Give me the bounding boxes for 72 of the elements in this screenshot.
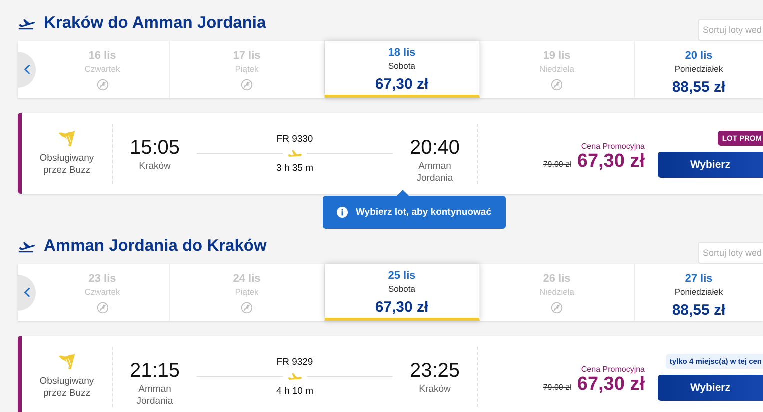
date-label: 25 lis	[388, 270, 416, 282]
date-label: 26 lis	[543, 273, 571, 285]
chevron-left-icon	[24, 287, 30, 298]
weekday-label: Piątek	[235, 287, 259, 297]
date-label: 23 lis	[88, 273, 116, 285]
date-tab[interactable]: 25 lis Sobota 67,30 zł	[325, 264, 480, 321]
departure-plane-icon	[18, 240, 36, 252]
date-label: 20 lis	[685, 50, 713, 62]
previous-button[interactable]	[18, 52, 36, 88]
date-tab[interactable]: 19 lis Niedziela	[480, 41, 635, 98]
fare-price: 67,30 zł	[577, 374, 645, 396]
weekday-label: Czwartek	[84, 64, 120, 74]
date-label: 16 lis	[88, 50, 116, 62]
weekday-label: Sobota	[388, 284, 416, 294]
date-label: 17 lis	[233, 50, 261, 62]
weekday-label: Piątek	[235, 64, 259, 74]
select-button[interactable]: Wybierz	[658, 374, 763, 400]
price-label: Cena Promocyjna	[581, 142, 645, 151]
departure-plane-icon	[18, 16, 36, 30]
harp-logo-icon	[57, 130, 77, 148]
date-label: 24 lis	[233, 273, 261, 285]
date-tab[interactable]: 23 lis Czwartek	[36, 264, 170, 321]
departure-city: Kraków	[138, 160, 172, 173]
weekday-label: Sobota	[388, 61, 416, 71]
date-label: 19 lis	[543, 50, 571, 62]
date-tab[interactable]: 18 lis Sobota 67,30 zł	[325, 41, 480, 98]
date-tab[interactable]: 17 lis Piątek	[170, 41, 325, 98]
date-tab[interactable]: 26 lis Niedziela	[480, 264, 635, 321]
arrival-time: 20:40	[410, 136, 460, 160]
flight-duration: 3 h 35 m	[276, 162, 314, 174]
date-tab[interactable]: 16 lis Czwartek	[36, 41, 170, 98]
fare-price: 67,30 zł	[375, 299, 429, 316]
date-label: 27 lis	[685, 273, 713, 285]
weekday-label: Poniedziałek	[674, 287, 724, 297]
date-tab[interactable]: 24 lis Piątek	[170, 264, 325, 321]
fare-price: 67,30 zł	[375, 76, 429, 93]
sort-field[interactable]: Sortuj loty wed	[698, 242, 763, 264]
previous-button[interactable]	[18, 274, 36, 310]
select-button[interactable]: Wybierz	[658, 152, 763, 178]
date-tab[interactable]: 27 lis Poniedziałek 88,55 zł	[635, 264, 763, 321]
route-title: Amman Jordania do Kraków	[44, 236, 267, 256]
operator-label: Obsługiwany przez Buzz	[38, 376, 96, 400]
fare-price: 67,30 zł	[577, 151, 645, 173]
weekday-label: Niedziela	[540, 287, 574, 297]
plane-icon	[287, 372, 303, 382]
price-label: Cena Promocyjna	[581, 365, 645, 374]
departure-time: 15:05	[130, 136, 180, 160]
chevron-left-icon	[24, 64, 30, 75]
info-icon	[337, 207, 348, 218]
flight-number: FR 9329	[276, 356, 314, 368]
harp-logo-icon	[57, 352, 77, 371]
weekday-label: Czwartek	[84, 287, 120, 297]
old-price: 79,00 zł	[543, 160, 572, 169]
arrival-city: Kraków	[418, 384, 452, 396]
arrival-city: Amman Jordania	[416, 160, 454, 186]
date-label: 18 lis	[388, 47, 416, 59]
departure-city: Amman Jordania	[136, 384, 174, 408]
sort-field[interactable]: Sortuj loty wed	[698, 19, 763, 41]
weekday-label: Niedziela	[540, 64, 574, 74]
flight-number: FR 9330	[276, 134, 314, 144]
weekday-label: Poniedziałek	[674, 64, 724, 74]
plane-icon	[287, 148, 303, 158]
flight-duration: 4 h 10 m	[276, 386, 314, 396]
notice-text: Wybierz lot, aby kontynuować	[356, 207, 492, 218]
operator-label: Obsługiwany przez Buzz	[38, 152, 96, 178]
fare-price: 88,55 zł	[672, 302, 726, 319]
departure-time: 21:15	[130, 360, 180, 382]
arrival-time: 23:25	[410, 360, 460, 382]
date-tab[interactable]: 20 lis Poniedziałek 88,55 zł	[635, 41, 763, 98]
old-price: 79,00 zł	[543, 383, 572, 392]
route-title: Kraków do Amman Jordania	[44, 14, 266, 32]
fare-price: 88,55 zł	[672, 79, 726, 96]
